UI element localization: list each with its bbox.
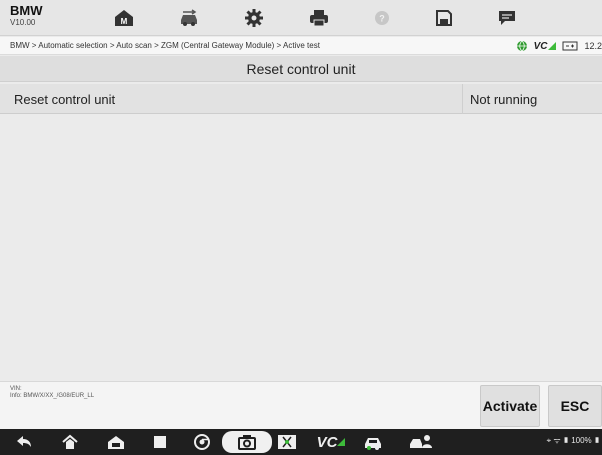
vci-connected-icon bbox=[337, 438, 346, 446]
vin-label: VIN: bbox=[10, 386, 22, 392]
brand-name: BMW bbox=[10, 3, 43, 18]
globe-icon bbox=[516, 40, 527, 52]
breadcrumb-bar: BMW > Automatic selection > Auto scan > … bbox=[0, 37, 602, 55]
print-button[interactable] bbox=[295, 4, 343, 32]
screen-mirror-icon bbox=[278, 435, 296, 449]
vc-status: VC bbox=[534, 41, 557, 52]
chrome-icon bbox=[194, 434, 210, 450]
content-area bbox=[0, 115, 602, 381]
home-nav-button[interactable] bbox=[60, 433, 80, 451]
brand: BMW V10.00 bbox=[10, 4, 43, 28]
battery-voltage: 12.2 bbox=[584, 41, 602, 51]
print-icon bbox=[310, 10, 328, 27]
car-home-icon bbox=[108, 436, 124, 449]
vehicle-swap-icon bbox=[181, 9, 197, 26]
remote-expert-icon bbox=[410, 435, 432, 448]
chat-button[interactable] bbox=[483, 4, 531, 32]
settings-button[interactable] bbox=[230, 4, 278, 32]
back-arrow-icon bbox=[17, 436, 31, 447]
square-icon bbox=[154, 436, 166, 448]
home-button[interactable]: M bbox=[100, 4, 148, 32]
app-root: BMW V10.00 M ? BMW > Automatic selection… bbox=[0, 0, 602, 455]
screenshot-button[interactable] bbox=[222, 431, 272, 453]
camera-icon bbox=[238, 435, 256, 450]
row-status: Not running bbox=[470, 92, 538, 107]
screen-mirror-button[interactable] bbox=[276, 433, 298, 451]
recent-apps-button[interactable] bbox=[150, 433, 170, 451]
page-title: Reset control unit bbox=[0, 56, 602, 82]
svg-text:?: ? bbox=[379, 14, 385, 24]
esc-button[interactable]: ESC bbox=[548, 385, 602, 427]
vehicle-info: VIN: Info: BMW/X/XX_/G08/EUR_LL bbox=[10, 386, 94, 400]
device-battery-icon: ▮ bbox=[593, 436, 600, 445]
svg-text:M: M bbox=[121, 17, 128, 26]
house-icon bbox=[62, 434, 78, 449]
wifi-icon: ᯤ bbox=[553, 436, 561, 445]
location-icon: ⌖ bbox=[546, 436, 552, 445]
car-home-button[interactable] bbox=[106, 433, 126, 451]
battery-icon bbox=[562, 41, 578, 51]
footer-bar: VIN: Info: BMW/X/XX_/G08/EUR_LL Activate… bbox=[0, 381, 602, 429]
help-icon: ? bbox=[375, 11, 389, 25]
home-icon: M bbox=[115, 10, 133, 26]
row-name: Reset control unit bbox=[14, 92, 116, 107]
vehicle-button[interactable] bbox=[362, 433, 386, 451]
vc-label: VC bbox=[533, 40, 548, 52]
table-row[interactable]: Reset control unit Not running bbox=[0, 84, 602, 114]
signal-icon: ▮ bbox=[562, 436, 569, 445]
system-status-area: ⌖ ᯤ ▮ 100% ▮ bbox=[547, 435, 600, 446]
battery-percent: 100% bbox=[571, 436, 592, 445]
save-icon bbox=[436, 10, 452, 26]
vci-button[interactable]: VC bbox=[316, 433, 346, 451]
vc-connected-icon bbox=[548, 42, 557, 50]
system-nav-bar: VC ⌖ ᯤ ▮ 100% ▮ bbox=[0, 429, 602, 455]
help-button[interactable]: ? bbox=[358, 4, 406, 32]
column-divider bbox=[462, 84, 463, 114]
gear-icon bbox=[245, 9, 263, 27]
vci-label: VC bbox=[316, 433, 338, 451]
save-button[interactable] bbox=[420, 4, 468, 32]
brand-version: V10.00 bbox=[10, 18, 36, 27]
car-icon bbox=[365, 438, 381, 450]
breadcrumb: BMW > Automatic selection > Auto scan > … bbox=[10, 41, 320, 50]
back-button[interactable] bbox=[14, 433, 34, 451]
remote-expert-button[interactable] bbox=[408, 433, 434, 451]
activate-button[interactable]: Activate bbox=[480, 385, 540, 427]
chat-icon bbox=[499, 11, 515, 25]
vehicle-info-text: Info: BMW/X/XX_/G08/EUR_LL bbox=[10, 393, 95, 399]
top-toolbar: BMW V10.00 M ? bbox=[0, 0, 602, 36]
connection-status: VC 12.2 bbox=[516, 39, 602, 53]
browser-button[interactable] bbox=[192, 433, 212, 451]
vehicle-swap-button[interactable] bbox=[165, 4, 213, 32]
